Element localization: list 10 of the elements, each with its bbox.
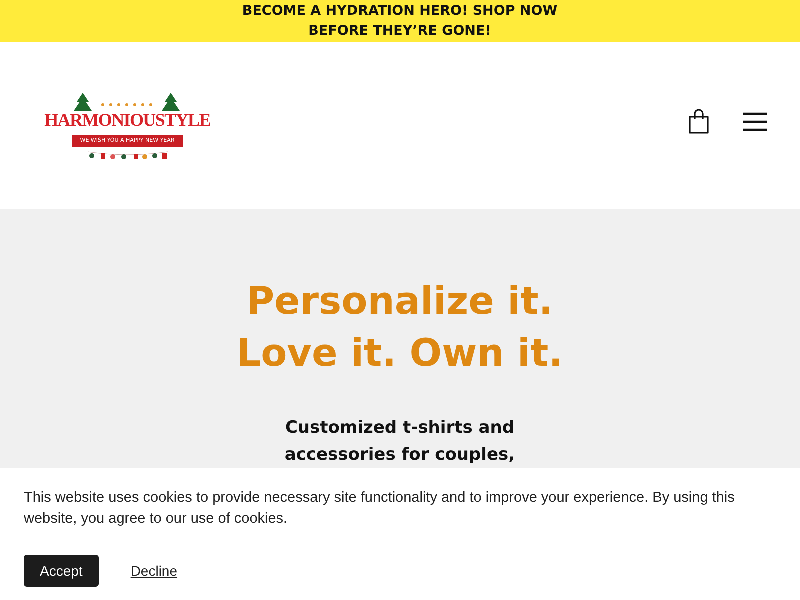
cookie-message: This website uses cookies to provide necessary site functionality and to improve your experience. By using this website, you agree to our use of cookies. xyxy=(24,489,736,529)
logo-text: HARMONIOUSTYLE xyxy=(44,110,210,130)
accept-button[interactable]: Accept xyxy=(24,555,99,587)
decline-link[interactable]: Decline xyxy=(130,563,178,579)
hero-heading: Personalize it. Love it. Own it. xyxy=(236,278,564,377)
menu-icon[interactable] xyxy=(742,112,768,132)
announcement-text: BEFORE THEY’RE GONE! xyxy=(308,22,492,41)
hero-subheading: Customized t-shirts and accessories for couples, xyxy=(284,417,516,467)
shopping-bag-icon[interactable] xyxy=(688,108,710,134)
announcement-text: BECOME A HYDRATION HERO! SHOP NOW xyxy=(242,2,558,21)
